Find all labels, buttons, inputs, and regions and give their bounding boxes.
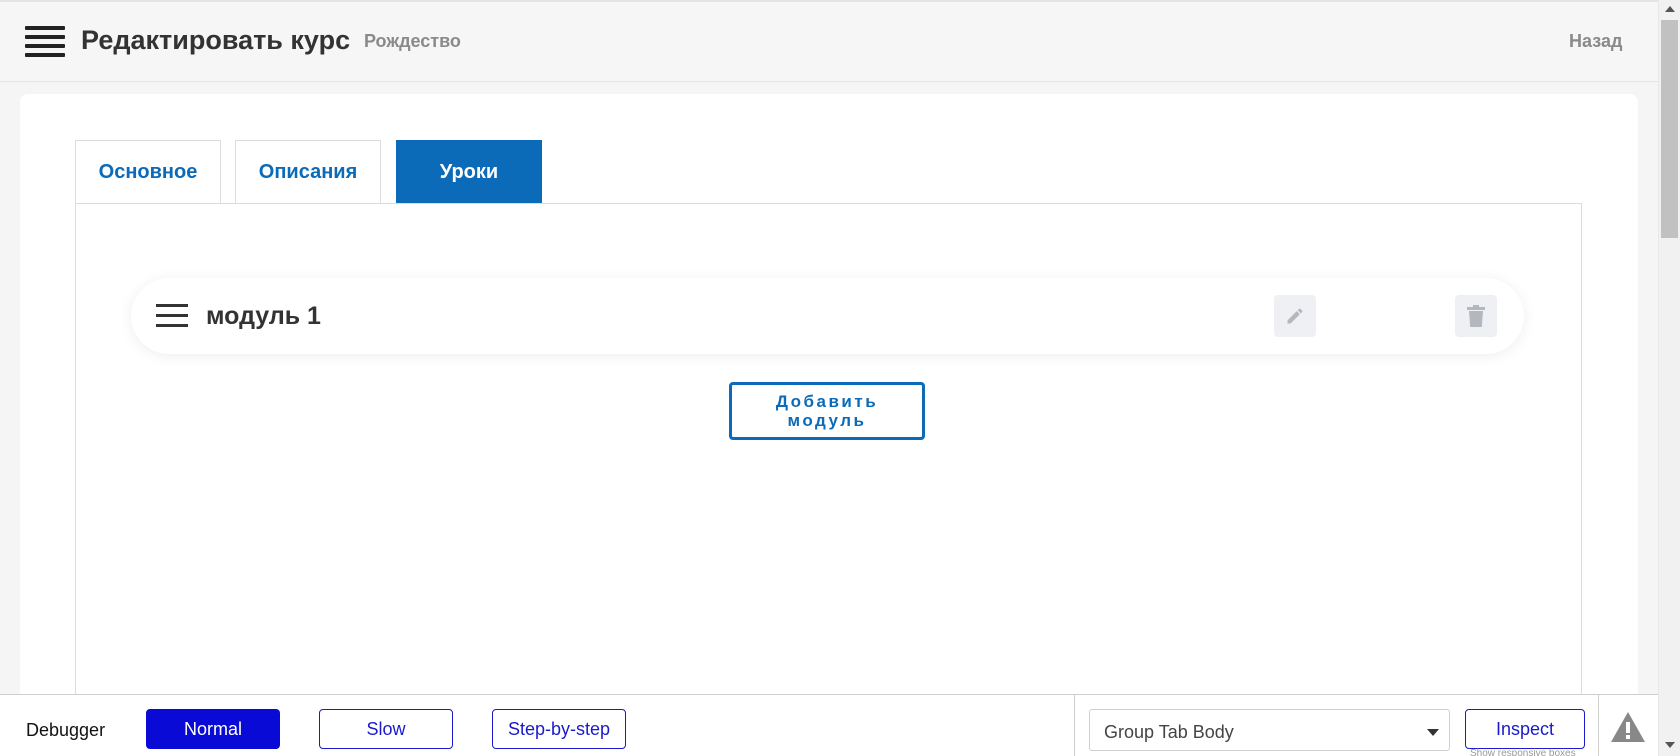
inspect-button[interactable]: Inspect (1465, 709, 1585, 749)
debugger-label: Debugger (26, 720, 106, 740)
debugger-step-button[interactable]: Step-by-step (492, 709, 626, 749)
chevron-down-icon (1427, 729, 1439, 736)
pencil-icon (1287, 308, 1303, 324)
debugger-bar: Debugger Normal Slow Step-by-step Group … (0, 694, 1658, 756)
divider (1074, 695, 1075, 756)
trash-icon (1467, 305, 1485, 327)
tab-descriptions[interactable]: Описания (235, 140, 381, 204)
app-header: Редактировать курс Рождество Назад (0, 0, 1658, 82)
page-title: Редактировать курс (81, 25, 351, 55)
back-link[interactable]: Назад (1569, 31, 1622, 52)
element-select-value: Group Tab Body (1104, 722, 1234, 742)
warning-icon[interactable] (1610, 711, 1646, 743)
module-title: модуль 1 (206, 302, 321, 330)
drag-handle-icon[interactable] (156, 304, 188, 328)
edit-module-button[interactable] (1274, 295, 1316, 337)
add-module-button[interactable]: Добавить модуль (729, 382, 925, 440)
responsive-boxes-hint[interactable]: Show responsive boxes (1470, 748, 1576, 756)
scroll-up-arrow-icon[interactable] (1665, 6, 1675, 12)
debugger-normal-button[interactable]: Normal (146, 709, 280, 749)
debugger-slow-button[interactable]: Slow (319, 709, 453, 749)
scroll-thumb[interactable] (1661, 20, 1678, 238)
tab-lessons[interactable]: Уроки (396, 140, 542, 204)
scrollbar[interactable] (1658, 0, 1680, 756)
scroll-down-arrow-icon[interactable] (1665, 742, 1675, 748)
hamburger-icon[interactable] (25, 26, 65, 58)
delete-module-button[interactable] (1455, 295, 1497, 337)
module-item: модуль 1 (131, 278, 1524, 354)
tab-basic[interactable]: Основное (75, 140, 221, 204)
divider (1598, 695, 1599, 756)
element-select[interactable]: Group Tab Body (1089, 709, 1450, 751)
course-name: Рождество (364, 31, 461, 51)
